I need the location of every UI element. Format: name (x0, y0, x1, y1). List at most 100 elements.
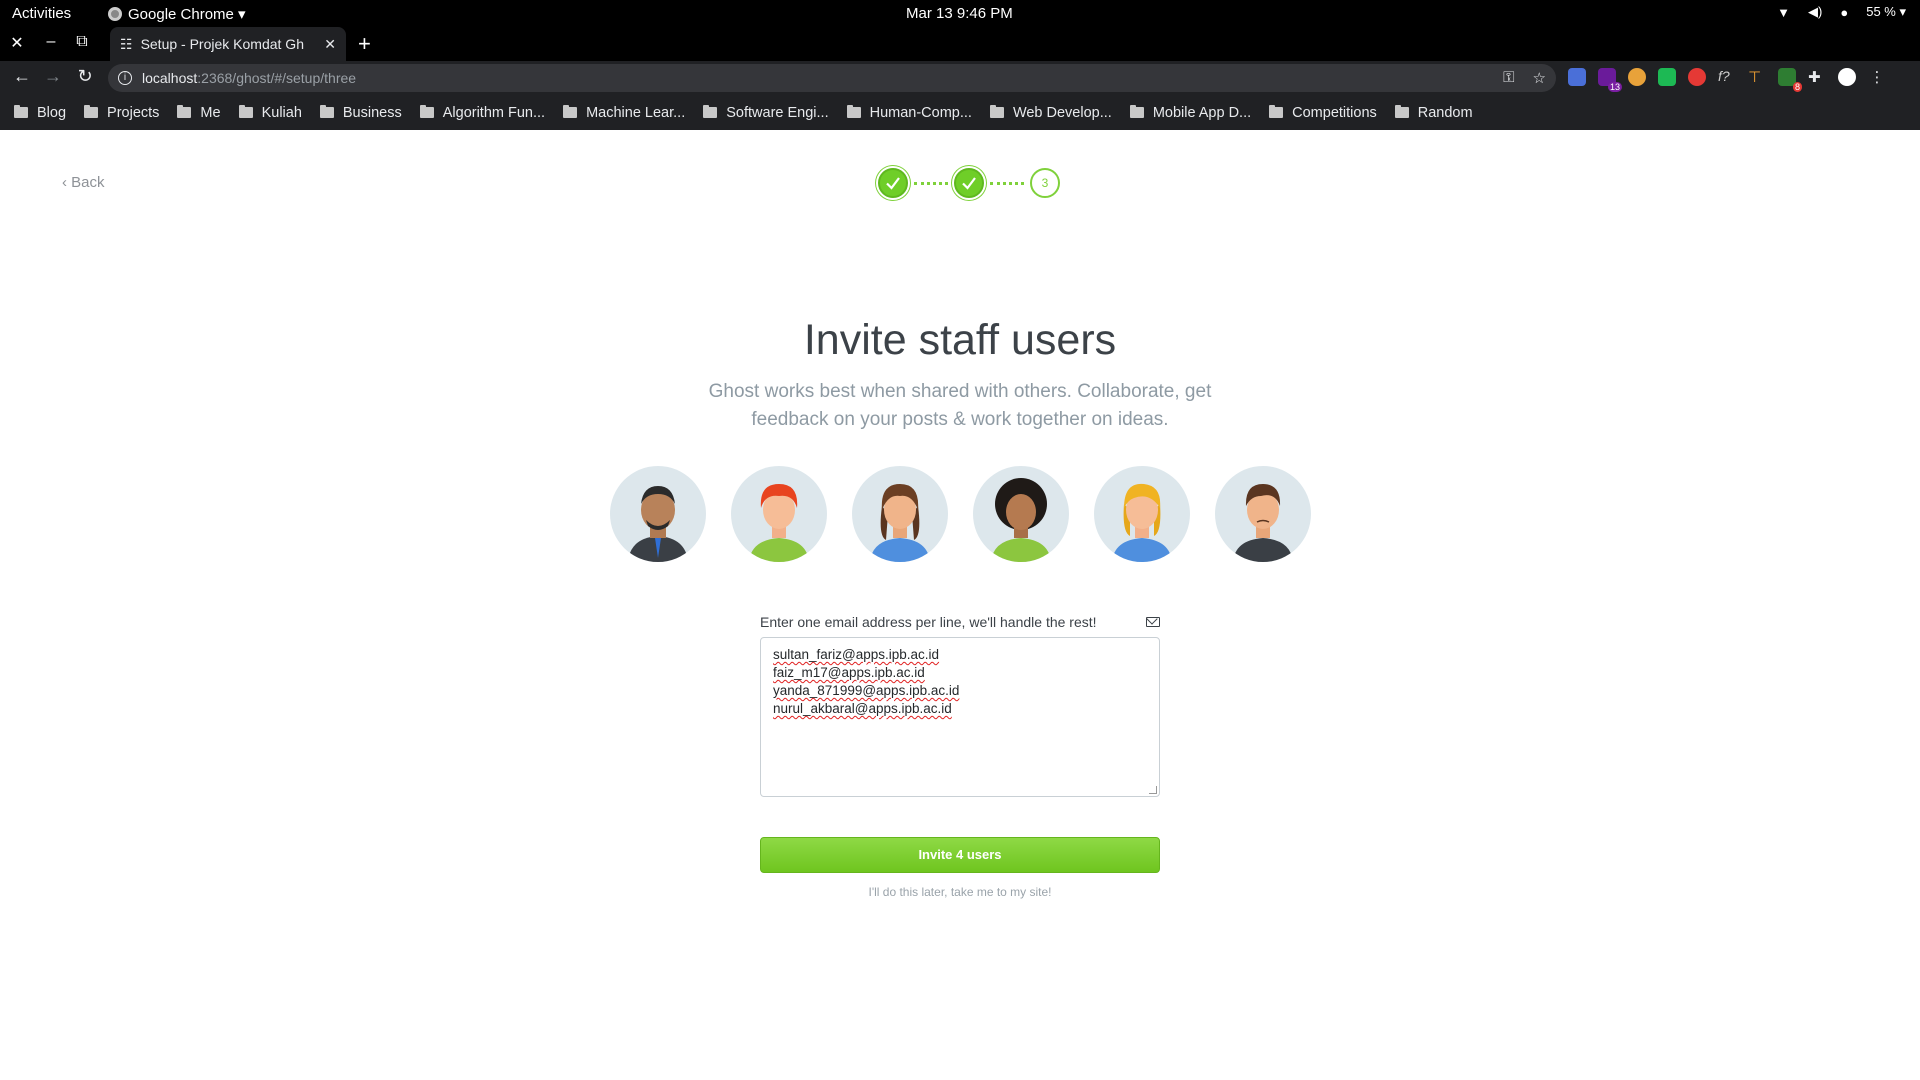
bookmark-folder[interactable]: Kuliah (238, 105, 302, 121)
wifi-icon: ▼ (1777, 4, 1791, 20)
bookmark-folder[interactable]: Business (319, 105, 402, 121)
extension-badge: 8 (1792, 82, 1802, 92)
folder-icon (177, 105, 192, 118)
bookmark-folder[interactable]: Web Develop... (989, 105, 1112, 121)
staff-avatar-pigtails-icon (852, 466, 948, 562)
envelope-icon (1146, 617, 1160, 627)
folder-icon (1129, 105, 1144, 118)
step-3-current: 3 (1030, 168, 1060, 198)
bookmark-star-icon[interactable]: ☆ (1533, 69, 1546, 87)
folder-icon (84, 105, 99, 118)
email-line: faiz_m17@apps.ipb.ac.id (773, 665, 925, 680)
key-icon[interactable]: ⚿ (1503, 69, 1514, 87)
extension-badge: 13 (1607, 82, 1622, 92)
page-title: Invite staff users (803, 316, 1117, 364)
email-line: nurul_akbaral@apps.ipb.ac.id (773, 701, 952, 716)
extension-with-badge-icon[interactable]: 13 (1598, 68, 1622, 92)
stop-extension-icon[interactable] (1688, 68, 1706, 86)
bookmark-folder[interactable]: Software Engi... (703, 105, 829, 121)
app-menu[interactable]: Google Chrome ▾ (108, 5, 246, 23)
menu-kebab-icon[interactable]: ⋮ (1868, 68, 1886, 86)
bookmarks-bar: Blog Projects Me Kuliah Business Algorit… (0, 95, 1920, 130)
site-info-icon[interactable]: i (118, 71, 132, 85)
bookmark-folder[interactable]: Me (177, 105, 221, 121)
url-host: localhost (142, 70, 198, 86)
active-tab[interactable]: ☷ Setup - Projek Komdat Gh ✕ (110, 27, 346, 61)
bookmark-folder[interactable]: Algorithm Fun... (419, 105, 545, 121)
cookie-extension-icon[interactable] (1628, 68, 1646, 86)
step-connector (914, 181, 948, 185)
translate-extension-icon[interactable] (1568, 68, 1586, 86)
microphone-icon: ● (1840, 4, 1849, 20)
system-top-bar: Activities Google Chrome ▾ Mar 13 9:46 P… (0, 0, 1920, 27)
folder-icon (1269, 105, 1284, 118)
bookmark-folder[interactable]: Human-Comp... (846, 105, 972, 121)
restore-window-icon[interactable]: ⧉ (72, 33, 92, 51)
staff-avatar-blonde-icon (1094, 466, 1190, 562)
staff-avatar-man-beard-icon (610, 466, 706, 562)
bookmark-folder[interactable]: Mobile App D... (1129, 105, 1251, 121)
checkmark-icon (962, 177, 976, 190)
folder-icon (319, 105, 334, 118)
puzzle-extensions-icon[interactable]: ✚ (1808, 68, 1826, 86)
volume-icon: ◀) (1808, 4, 1823, 19)
bookmark-folder[interactable]: Random (1394, 105, 1473, 121)
address-bar[interactable]: i localhost:2368/ghost/#/setup/three ⚿ ☆ (108, 64, 1556, 92)
resize-handle-icon[interactable] (1149, 786, 1157, 794)
clock[interactable]: Mar 13 9:46 PM (906, 5, 1013, 22)
folder-icon (419, 105, 434, 118)
folder-icon (14, 105, 28, 118)
setup-progress: 3 (878, 168, 1060, 198)
activities-button[interactable]: Activities (12, 5, 71, 22)
app-name-label: Google Chrome ▾ (128, 6, 246, 23)
close-window-icon[interactable]: ✕ (7, 33, 27, 53)
email-line: yanda_871999@apps.ipb.ac.id (773, 683, 960, 698)
chat-extension-icon[interactable]: 8 (1778, 68, 1802, 92)
page-subtitle: Ghost works best when shared with others… (708, 381, 1212, 430)
checkmark-icon (886, 177, 900, 190)
formula-extension-icon[interactable]: f? (1718, 68, 1736, 86)
tab-title: Setup - Projek Komdat Gh (140, 36, 304, 52)
back-arrow-icon[interactable]: ← (10, 66, 34, 87)
system-tray[interactable]: ▼ ◀) ● 55 % ▾ (1777, 4, 1906, 20)
staff-avatars (610, 466, 1311, 562)
step-connector (990, 181, 1024, 185)
close-tab-icon[interactable]: ✕ (324, 36, 336, 53)
new-tab-button[interactable]: + (358, 31, 371, 57)
ghost-setup-page: ‹ Back 3 Invite staff users Ghost works … (0, 130, 1920, 1080)
bookmark-folder[interactable]: Projects (84, 105, 159, 121)
folder-icon (846, 105, 861, 118)
bookmark-folder[interactable]: Competitions (1269, 105, 1377, 121)
flag-extension-icon[interactable]: ⊤ (1748, 68, 1766, 86)
chrome-icon (108, 7, 122, 21)
step-1-complete (878, 168, 908, 198)
extensions-area: 13 f? ⊤ 8 ✚ ⋮ (1568, 68, 1886, 92)
url-path: :2368/ghost/#/setup/three (197, 70, 357, 86)
email-line: sultan_fariz@apps.ipb.ac.id (773, 647, 940, 662)
folder-icon (989, 105, 1004, 118)
folder-icon (703, 105, 718, 118)
forward-arrow-icon[interactable]: → (41, 66, 65, 87)
staff-avatar-man-short-hair-icon (1215, 466, 1311, 562)
folder-icon (238, 105, 253, 118)
browser-toolbar: ← → ↻ i localhost:2368/ghost/#/setup/thr… (0, 61, 1920, 95)
staff-avatar-curly-hair-icon (973, 466, 1069, 562)
minimize-window-icon[interactable]: – (41, 33, 61, 51)
tab-strip: ✕ – ⧉ ☷ Setup - Projek Komdat Gh ✕ + (0, 27, 1920, 61)
back-link[interactable]: ‹ Back (62, 174, 105, 191)
folder-icon (563, 105, 578, 118)
bookmark-folder[interactable]: Blog (14, 105, 66, 121)
reload-icon[interactable]: ↻ (73, 66, 97, 87)
profile-avatar-icon[interactable] (1838, 68, 1856, 86)
bookmark-folder[interactable]: Machine Lear... (563, 105, 685, 121)
green-extension-icon[interactable] (1658, 68, 1676, 86)
page-favicon-icon: ☷ (120, 35, 133, 52)
invite-users-button[interactable]: Invite 4 users (760, 837, 1160, 873)
skip-invite-link[interactable]: I'll do this later, take me to my site! (0, 885, 1920, 899)
battery-label: 55 % ▾ (1866, 4, 1906, 19)
staff-avatar-redhead-icon (731, 466, 827, 562)
folder-icon (1394, 105, 1409, 118)
email-field-label: Enter one email address per line, we'll … (760, 614, 1097, 630)
invite-emails-textarea[interactable]: sultan_fariz@apps.ipb.ac.id faiz_m17@app… (760, 637, 1160, 797)
step-2-complete (954, 168, 984, 198)
